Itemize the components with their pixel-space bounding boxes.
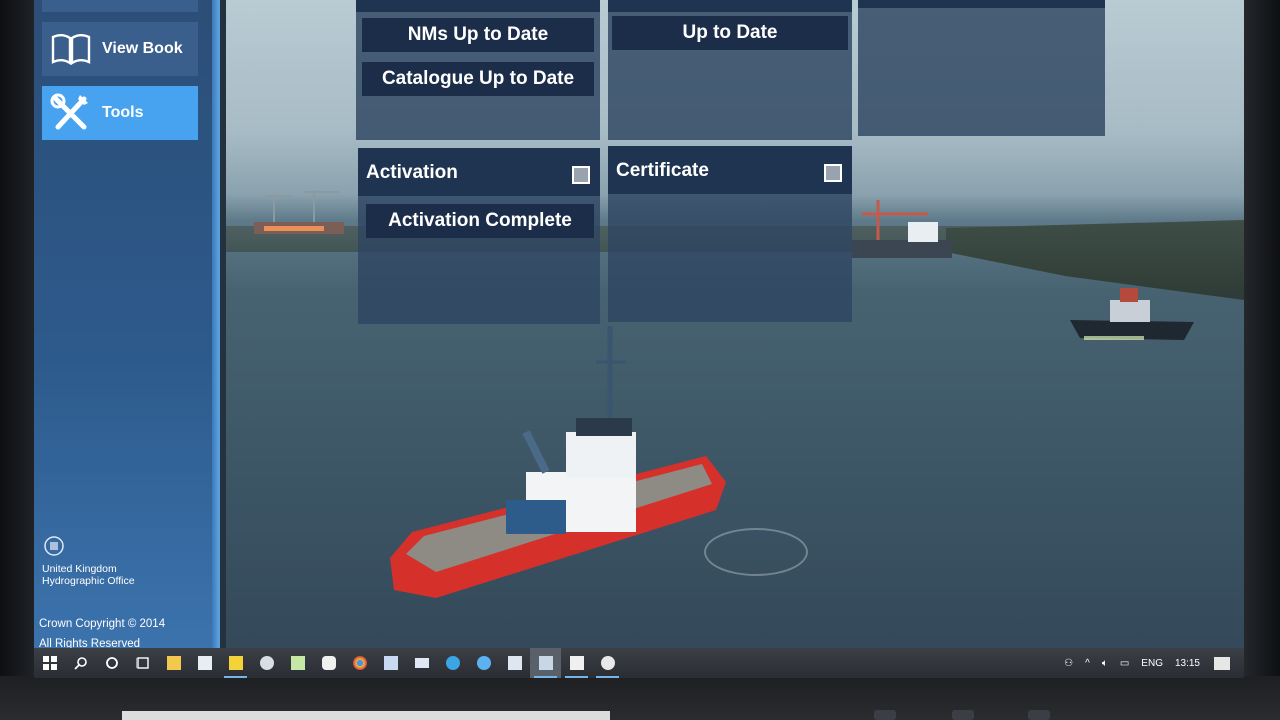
logo-text-line2: Hydrographic Office <box>42 575 135 587</box>
window-app-icon[interactable] <box>530 648 561 678</box>
certificate-tile-header: Certificate <box>608 146 852 194</box>
monitor-button <box>874 710 896 720</box>
windows-start-icon[interactable] <box>34 648 65 678</box>
sidebar-item-view-book[interactable]: View Book <box>42 22 198 76</box>
file-explorer-icon[interactable] <box>158 648 189 678</box>
chevron-up-icon[interactable]: ^ <box>1085 658 1090 669</box>
sticky-notes-icon[interactable] <box>220 648 251 678</box>
monitor-bezel-bottom <box>0 676 1280 720</box>
cortana-icon[interactable] <box>96 648 127 678</box>
small-tugboat-image <box>1070 288 1194 340</box>
taskbar: ⚇ ^ 🔈︎ ▭ ENG 13:15 <box>34 648 1244 678</box>
network-icon[interactable]: ▭ <box>1120 658 1129 669</box>
updates-tile-header <box>356 0 600 12</box>
empty-tile[interactable] <box>858 0 1105 136</box>
sidebar: View Book Tools United Kingdom Hydrograp… <box>34 0 212 650</box>
status-tile-header <box>608 0 852 12</box>
expand-icon[interactable] <box>824 164 842 182</box>
nms-status-chip: NMs Up to Date <box>362 18 594 52</box>
activation-tile-header: Activation <box>358 148 600 196</box>
bezel-sticker <box>122 711 610 720</box>
edge-icon[interactable] <box>437 648 468 678</box>
chrome-icon[interactable] <box>344 648 375 678</box>
status-tile[interactable]: Up to Date <box>608 0 852 140</box>
people-icon[interactable]: ⚇ <box>1064 658 1073 669</box>
crest-icon <box>44 536 64 556</box>
expand-icon[interactable] <box>572 166 590 184</box>
sidebar-item-top[interactable] <box>42 0 198 12</box>
word-icon[interactable] <box>189 648 220 678</box>
empty-tile-header <box>858 0 1105 8</box>
paint-icon[interactable] <box>251 648 282 678</box>
monitor-bezel-left <box>0 0 34 720</box>
activation-tile[interactable]: Activation Activation Complete <box>358 148 600 324</box>
window-app-icon[interactable] <box>561 648 592 678</box>
internet-explorer-icon[interactable] <box>468 648 499 678</box>
monitor-brightness-button <box>1028 710 1050 720</box>
notepad-icon[interactable] <box>499 648 530 678</box>
search-icon[interactable] <box>65 648 96 678</box>
updates-tile[interactable]: NMs Up to Date Catalogue Up to Date <box>356 0 600 140</box>
book-icon <box>51 34 91 65</box>
sidebar-separator <box>220 0 226 648</box>
copyright-line1: Crown Copyright © 2014 <box>39 618 166 630</box>
sidebar-item-label: View Book <box>102 40 183 57</box>
system-tray: ⚇ ^ 🔈︎ ▭ ENG 13:15 <box>1058 656 1244 670</box>
certificate-title: Certificate <box>616 160 709 181</box>
monitor-bezel-right <box>1244 0 1280 720</box>
monitor-button <box>952 710 974 720</box>
activation-status-chip: Activation Complete <box>366 204 594 238</box>
mail-icon[interactable] <box>406 648 437 678</box>
word-pad-icon[interactable] <box>375 648 406 678</box>
clock[interactable]: 13:15 <box>1175 658 1200 669</box>
volume-icon[interactable]: 🔈︎ <box>1102 658 1108 669</box>
tugboat-image <box>390 326 726 598</box>
cargo-ship-image <box>852 200 952 258</box>
logo-text-line1: United Kingdom <box>42 563 117 575</box>
language-indicator[interactable]: ENG <box>1141 658 1163 669</box>
chat-icon[interactable] <box>592 648 623 678</box>
certificate-tile[interactable]: Certificate <box>608 146 852 322</box>
screen: NMs Up to Date Catalogue Up to Date Up t… <box>34 0 1244 678</box>
excel-icon[interactable] <box>282 648 313 678</box>
tools-icon <box>50 93 88 130</box>
app-icon[interactable] <box>313 648 344 678</box>
task-view-icon[interactable] <box>127 648 158 678</box>
cranes-image <box>254 190 344 234</box>
notification-icon[interactable] <box>1214 656 1230 670</box>
ukho-logo: United Kingdom Hydrographic Office <box>42 534 192 587</box>
sidebar-item-label: Tools <box>102 104 144 121</box>
catalogue-status-chip: Catalogue Up to Date <box>362 62 594 96</box>
activation-title: Activation <box>366 162 458 183</box>
sidebar-item-tools[interactable]: Tools <box>42 86 198 140</box>
status-chip: Up to Date <box>612 16 848 50</box>
